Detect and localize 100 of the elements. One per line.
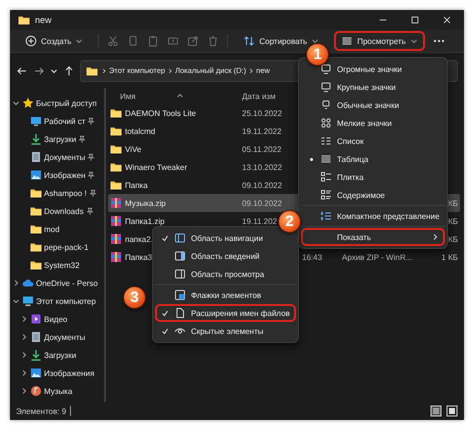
small-icons-icon <box>320 117 332 129</box>
file-name[interactable]: папка2. <box>125 234 153 244</box>
monitor-icon <box>320 63 332 75</box>
document-icon <box>30 331 42 343</box>
rename-icon <box>167 35 180 47</box>
details-view-icon <box>430 405 442 417</box>
menu-item[interactable]: Список <box>301 132 446 150</box>
sidebar-item[interactable]: Изображен <box>44 170 86 180</box>
sidebar-item[interactable]: Рабочий ст <box>44 116 86 126</box>
pin-icon <box>78 134 86 144</box>
menu-item[interactable]: Мелкие значки <box>301 114 446 132</box>
menu-item[interactable]: Флажки элементов <box>155 286 296 304</box>
sidebar-item[interactable]: mod <box>44 224 60 234</box>
folder-icon <box>30 187 42 199</box>
checkbox-icon <box>174 289 186 301</box>
video-icon <box>30 313 42 325</box>
folder-icon <box>110 107 122 119</box>
compact-icon <box>320 210 332 222</box>
menu-item[interactable]: Компактное представление <box>301 207 446 225</box>
sidebar-item[interactable]: Документы <box>44 332 86 342</box>
view-button[interactable]: Просмотреть <box>334 31 425 51</box>
collapse-chevron-icon <box>20 333 28 341</box>
file-name[interactable]: Папка1.zip <box>125 216 165 226</box>
column-header[interactable]: Имя <box>120 92 136 100</box>
submenu-chevron-icon <box>431 233 440 241</box>
sidebar-item[interactable]: Документы <box>44 152 86 162</box>
sidebar-item[interactable]: System32 <box>44 260 80 270</box>
recent-chevron-icon <box>50 66 58 74</box>
chevron-icon <box>101 68 107 74</box>
folder-icon <box>18 14 30 26</box>
image-icon <box>30 169 42 181</box>
type-cell: Архив ZIP - WinR... <box>342 252 412 262</box>
expand-chevron-icon <box>12 99 20 107</box>
sidebar-item[interactable]: pepe-pack-1 <box>44 242 88 252</box>
sort-icon <box>243 35 256 47</box>
time-cell: 16:43 <box>302 252 322 262</box>
sort-up-icon <box>176 92 184 100</box>
menu-item[interactable]: Область сведений <box>155 247 296 265</box>
size-cell: КБ <box>448 198 458 208</box>
collapse-chevron-icon <box>20 369 28 377</box>
sidebar-item[interactable]: Ashampoo ! <box>44 188 87 198</box>
file-icon <box>174 307 186 319</box>
chevron-icon <box>248 68 254 74</box>
menu-item[interactable]: Плитка <box>301 168 446 186</box>
desktop-icon <box>30 115 42 127</box>
collapse-chevron-icon <box>20 387 28 395</box>
menu-item[interactable]: Таблица <box>301 150 446 168</box>
date-cell: 13.10.2022 <box>242 162 282 172</box>
sidebar-item[interactable]: Этот компьютер <box>36 296 96 306</box>
details-pane-icon <box>174 250 186 262</box>
archive-icon <box>110 215 122 227</box>
menu-item[interactable]: Скрытые элементы <box>155 322 296 340</box>
monitor-icon <box>320 99 332 111</box>
sidebar-item[interactable]: Быстрый доступ <box>36 98 97 108</box>
sidebar-item[interactable]: Изображения <box>44 368 94 378</box>
file-name[interactable]: totalcmd <box>125 126 156 136</box>
file-name[interactable]: DAEMON Tools Lite <box>125 108 196 118</box>
sidebar-item[interactable]: Музыка <box>44 386 72 396</box>
sidebar-item[interactable]: Downloads <box>44 206 84 216</box>
sidebar-item[interactable]: Загрузки <box>44 134 76 144</box>
folder-icon <box>30 241 42 253</box>
folder-icon <box>110 125 122 137</box>
file-name[interactable]: ViVe <box>125 144 142 154</box>
tiles-icon <box>320 171 332 183</box>
checkmark-icon <box>161 309 169 317</box>
document-icon <box>30 151 42 163</box>
create-button[interactable]: Создать <box>18 31 90 51</box>
archive-icon <box>110 197 122 209</box>
download-icon <box>30 133 42 145</box>
sidebar-item[interactable]: OneDrive - Perso <box>36 278 98 288</box>
column-header[interactable]: Дата изм <box>242 92 276 100</box>
menu-item[interactable]: Содержимое <box>301 186 446 204</box>
file-name[interactable]: Музыка.zip <box>125 198 166 208</box>
content-icon <box>320 189 332 201</box>
folder-icon <box>110 143 122 155</box>
pin-icon <box>88 188 97 198</box>
image-icon <box>30 367 42 379</box>
collapse-chevron-icon <box>20 351 28 359</box>
selected-dot <box>310 158 312 160</box>
chevron-icon <box>167 68 174 74</box>
date-cell: 09.10.2022 <box>242 180 282 190</box>
pin-icon <box>86 206 94 216</box>
window-title: new <box>35 15 52 25</box>
file-name[interactable]: Папка <box>125 180 148 190</box>
pin-icon <box>87 170 96 180</box>
folder-icon <box>86 64 98 76</box>
size-cell: КБ <box>448 234 458 244</box>
menu-item[interactable]: Область просмотра <box>155 265 296 283</box>
sidebar-item[interactable]: Загрузки <box>44 350 76 360</box>
size-cell: КБ <box>448 216 458 226</box>
date-cell: 09.10.2022 <box>242 198 282 208</box>
sidebar-item[interactable]: Видео <box>44 314 68 324</box>
folder-icon <box>30 223 42 235</box>
file-name[interactable]: Папка3 <box>125 252 152 262</box>
show-menu-item[interactable]: Показать <box>301 228 446 246</box>
menu-item[interactable]: Обычные значки <box>301 96 446 114</box>
expand-chevron-icon <box>12 297 20 305</box>
file-name[interactable]: Winaero Tweaker <box>125 162 188 172</box>
menu-item[interactable]: Расширения имен файлов <box>155 304 296 322</box>
maximize-icon <box>410 15 420 25</box>
